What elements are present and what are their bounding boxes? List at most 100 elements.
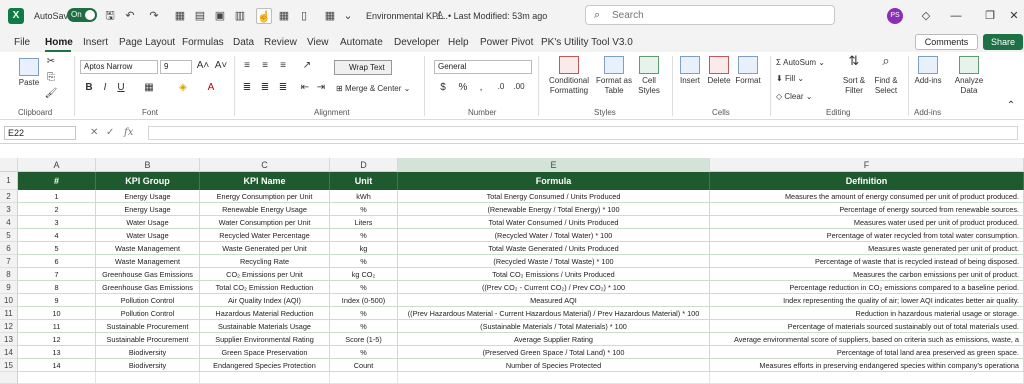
row-number[interactable]: 1 [0,172,18,190]
cell-formula[interactable]: ((Prev CO₂ - Current CO₂) / Prev CO₂) * … [398,281,710,294]
cell-formula[interactable]: Total Waste Generated / Units Produced [398,242,710,255]
column-header-b[interactable]: B [96,158,200,172]
cell-number[interactable]: 7 [18,268,96,281]
cell-kpi-name[interactable]: Renewable Energy Usage [200,203,330,216]
clear-button[interactable]: ◇ Clear ⌄ [776,92,812,101]
cell-definition[interactable]: Percentage of total land area preserved … [710,346,1024,359]
cell-formula[interactable]: (Renewable Energy / Total Energy) * 100 [398,203,710,216]
cell-definition[interactable]: Measures the amount of energy consumed p… [710,190,1024,203]
font-color-icon[interactable]: A [204,82,218,93]
redo-icon[interactable]: ↷ [146,8,162,24]
enter-icon[interactable]: ✓ [106,127,114,138]
row-number[interactable]: 3 [0,203,18,216]
cell-unit[interactable]: kWh [330,190,398,203]
picture-icon[interactable]: ▣ [212,8,228,24]
cell-kpi-group[interactable]: Energy Usage [96,190,200,203]
format-as-table-button[interactable]: Format as Table [594,56,634,96]
row-number[interactable]: 2 [0,190,18,203]
addins-button[interactable]: Add-ins [912,56,944,86]
autosum-button[interactable]: Σ AutoSum ⌄ [776,58,825,67]
header-cell-kpi-group[interactable]: KPI Group [96,172,200,190]
cell-definition[interactable]: Percentage of materials sourced sustaina… [710,320,1024,333]
row-number[interactable]: 12 [0,320,18,333]
cell-kpi-group[interactable]: Biodiversity [96,359,200,372]
cell-number[interactable]: 9 [18,294,96,307]
cell-kpi-name[interactable]: Recycling Rate [200,255,330,268]
merge-center-button[interactable]: ⊞ Merge & Center ⌄ [336,84,410,93]
decrease-font-icon[interactable]: A˅ [214,60,228,71]
cut-icon[interactable]: ✂ [44,56,58,67]
cell-definition[interactable]: Average environmental score of suppliers… [710,333,1024,346]
diamond-icon[interactable]: ◇ [918,8,934,24]
cell-unit[interactable]: Index (0-500) [330,294,398,307]
cell-formula[interactable]: Measured AQI [398,294,710,307]
header-cell-definition[interactable]: Definition [710,172,1024,190]
column-header-c[interactable]: C [200,158,330,172]
conditional-formatting-button[interactable]: Conditional Formatting [546,56,592,96]
column-header-a[interactable]: A [18,158,96,172]
cell-number[interactable]: 14 [18,359,96,372]
select-all-corner[interactable] [0,158,18,172]
column-header-e[interactable]: E [398,158,710,172]
table-icon[interactable]: ▦ [322,8,338,24]
row-number[interactable]: 11 [0,307,18,320]
comma-icon[interactable]: , [474,82,488,93]
cell-kpi-name[interactable]: Total CO₂ Emission Reduction [200,281,330,294]
cell-kpi-name[interactable]: CO₂ Emissions per Unit [200,268,330,281]
cell-number[interactable]: 5 [18,242,96,255]
align-bottom-icon[interactable]: ≡ [276,60,290,71]
find-select-button[interactable]: ⌕ Find & Select [870,54,902,96]
row-number[interactable]: 9 [0,281,18,294]
formula-input[interactable] [148,126,1018,140]
cell-unit[interactable]: Score (1-5) [330,333,398,346]
cell-definition[interactable]: Reduction in hazardous material usage or… [710,307,1024,320]
delete-cells-button[interactable]: Delete [706,56,732,86]
cell-definition[interactable]: Percentage of energy sourced from renewa… [710,203,1024,216]
cell-number[interactable]: 3 [18,216,96,229]
tab-insert[interactable]: Insert [83,37,108,48]
empty-cell[interactable] [18,372,96,384]
cell-formula[interactable]: Total CO₂ Emissions / Units Produced [398,268,710,281]
sort-filter-button[interactable]: ⇅ Sort & Filter [838,54,870,96]
cell-kpi-group[interactable]: Biodiversity [96,346,200,359]
avatar[interactable]: PS [887,8,903,24]
fill-button[interactable]: ⬇ Fill ⌄ [776,74,804,83]
cell-kpi-name[interactable]: Recycled Water Percentage [200,229,330,242]
cell-definition[interactable]: Measures the carbon emissions per unit o… [710,268,1024,281]
close-icon[interactable]: ✕ [1006,8,1022,24]
share-button[interactable]: Share [983,34,1023,50]
font-name-select[interactable]: Aptos Narrow [80,60,158,74]
cell-formula[interactable]: Total Energy Consumed / Units Produced [398,190,710,203]
cell-formula[interactable]: (Sustainable Materials / Total Materials… [398,320,710,333]
format-cells-button[interactable]: Format [734,56,762,86]
empty-cell[interactable] [398,372,710,384]
header-cell-formula[interactable]: Formula [398,172,710,190]
cell-unit[interactable]: % [330,346,398,359]
customize-toolbar-icon[interactable]: ⌄ [340,8,356,24]
cell-kpi-name[interactable]: Water Consumption per Unit [200,216,330,229]
cell-kpi-group[interactable]: Energy Usage [96,203,200,216]
cell-definition[interactable]: Index representing the quality of air; l… [710,294,1024,307]
increase-indent-icon[interactable]: ⇥ [314,82,328,93]
form-icon[interactable]: ▤ [192,8,208,24]
insert-cells-button[interactable]: Insert [678,56,702,86]
header-cell-number[interactable]: # [18,172,96,190]
row-number[interactable]: 4 [0,216,18,229]
cell-definition[interactable]: Percentage of water recycled from total … [710,229,1024,242]
cell-kpi-group[interactable]: Waste Management [96,242,200,255]
cell-unit[interactable]: % [330,281,398,294]
cell-kpi-name[interactable]: Supplier Environmental Rating [200,333,330,346]
cell-number[interactable]: 4 [18,229,96,242]
header-cell-unit[interactable]: Unit [330,172,398,190]
cell-number[interactable]: 11 [18,320,96,333]
cell-definition[interactable]: Measures efforts in preserving endangere… [710,359,1024,372]
currency-icon[interactable]: $ [436,82,450,93]
cell-kpi-name[interactable]: Waste Generated per Unit [200,242,330,255]
row-number[interactable]: 5 [0,229,18,242]
cell-unit[interactable]: kg CO₂ [330,268,398,281]
orientation-icon[interactable]: ↗ [300,60,314,71]
tab-view[interactable]: View [307,37,329,48]
empty-cell[interactable] [200,372,330,384]
align-left-icon[interactable]: ≣ [240,82,254,93]
tab-review[interactable]: Review [264,37,297,48]
